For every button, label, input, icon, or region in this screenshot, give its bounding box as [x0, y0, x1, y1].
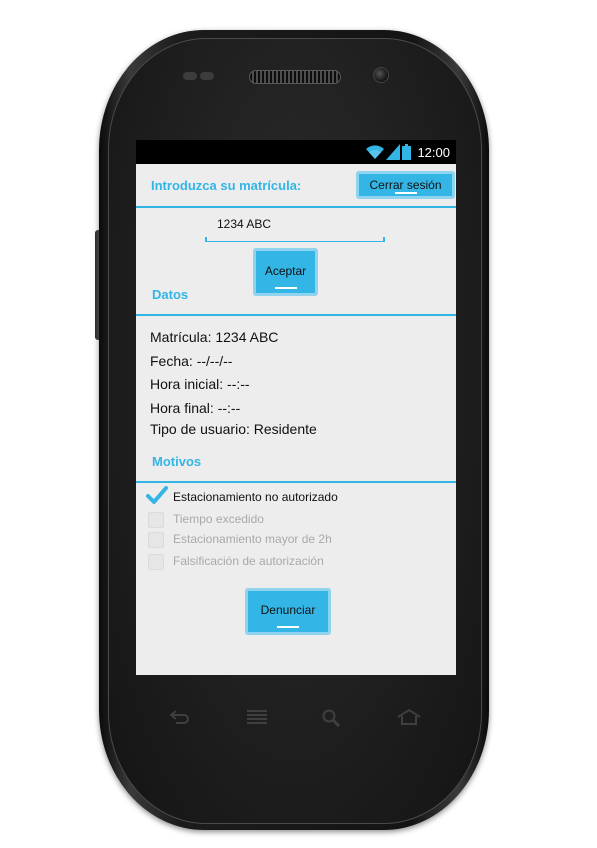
motivos-divider: [136, 481, 456, 483]
earpiece-speaker: [249, 70, 341, 84]
checkbox-box: [148, 554, 164, 570]
accept-button[interactable]: Aceptar: [253, 248, 318, 296]
plate-input-value: 1234 ABC: [217, 217, 272, 231]
report-button[interactable]: Denunciar: [245, 588, 331, 635]
input-tick-right: [383, 237, 385, 242]
signal-icon: [386, 144, 400, 160]
header-divider: [136, 206, 456, 208]
checkmark-icon: [146, 486, 168, 504]
checkbox-box: [148, 512, 164, 528]
checkbox-unauthorized-parking[interactable]: Estacionamiento no autorizado: [146, 486, 446, 508]
checkbox-box: [148, 532, 164, 548]
back-icon[interactable]: [168, 708, 192, 726]
checkbox-time-exceeded[interactable]: Tiempo excedido: [146, 510, 446, 530]
user-type-info: Tipo de usuario: Residente: [150, 421, 317, 437]
front-camera: [373, 67, 389, 83]
button-focus-indicator: [274, 287, 297, 289]
plate-info: Matrícula: 1234 ABC: [150, 329, 279, 345]
datos-divider: [136, 314, 456, 316]
checkbox-label: Falsificación de autorización: [173, 554, 324, 568]
checkbox-label: Estacionamiento no autorizado: [173, 490, 338, 504]
logout-button-label: Cerrar sesión: [369, 178, 442, 192]
menu-icon[interactable]: [245, 708, 269, 726]
end-time-info: Hora final: --:--: [150, 400, 241, 416]
button-focus-indicator: [277, 626, 299, 628]
plate-input[interactable]: 1234 ABC: [205, 212, 385, 242]
proximity-sensor: [183, 72, 197, 80]
search-icon[interactable]: [321, 708, 343, 728]
checkbox-label: Tiempo excedido: [173, 512, 264, 526]
input-tick-left: [205, 237, 207, 242]
start-time-info: Hora inicial: --:--: [150, 376, 250, 392]
phone-mockup: 12:00 Introduzca su matrícula: Cerrar se…: [0, 0, 597, 848]
checkbox-parking-over-2h[interactable]: Estacionamiento mayor de 2h: [146, 530, 446, 550]
app-screen: 12:00 Introduzca su matrícula: Cerrar se…: [136, 140, 456, 675]
wifi-icon: [366, 145, 384, 159]
status-time: 12:00: [417, 145, 450, 160]
status-bar: 12:00: [136, 140, 456, 164]
light-sensor: [200, 72, 214, 80]
plate-prompt-label: Introduzca su matrícula:: [151, 178, 302, 193]
logout-button[interactable]: Cerrar sesión: [356, 171, 455, 199]
button-focus-indicator: [394, 192, 417, 194]
datos-title: Datos: [152, 287, 189, 302]
input-underline: [205, 241, 385, 242]
report-button-label: Denunciar: [260, 603, 316, 617]
checkbox-forged-authorization[interactable]: Falsificación de autorización: [146, 552, 446, 572]
battery-icon: [402, 144, 411, 160]
date-info: Fecha: --/--/--: [150, 353, 233, 369]
checkbox-label: Estacionamiento mayor de 2h: [173, 532, 332, 546]
home-icon[interactable]: [395, 708, 423, 726]
motivos-title: Motivos: [152, 454, 202, 469]
accept-button-label: Aceptar: [264, 264, 307, 278]
